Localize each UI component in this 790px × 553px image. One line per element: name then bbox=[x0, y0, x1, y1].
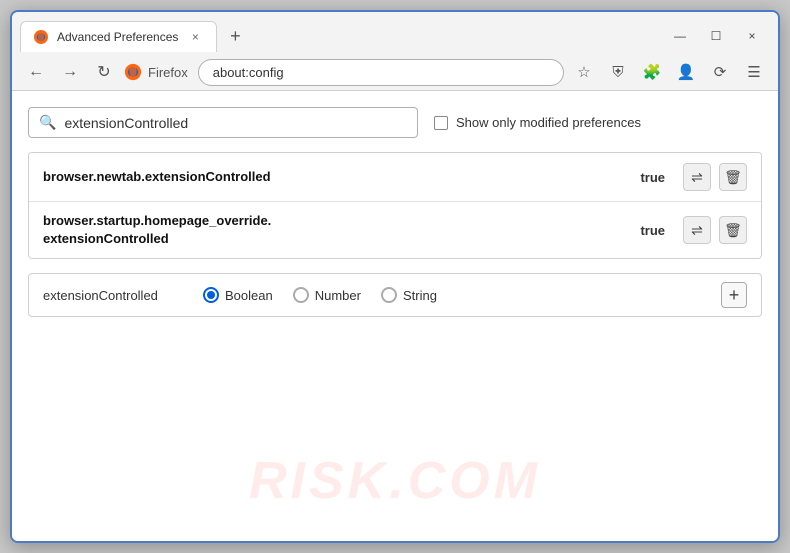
navigation-bar: ← → ↻ Firefox about:config ☆ ⛨ 🧩 👤 ⟳ ☰ bbox=[12, 54, 778, 91]
content-area: RISK.COM 🔍 extensionControlled Show only… bbox=[12, 91, 778, 541]
browser-window: Advanced Preferences × + — ☐ × ← → ↻ Fir… bbox=[10, 10, 780, 543]
swap-button[interactable]: ⇌ bbox=[683, 163, 711, 191]
new-tab-button[interactable]: + bbox=[221, 22, 249, 50]
string-label: String bbox=[403, 288, 437, 303]
active-tab[interactable]: Advanced Preferences × bbox=[20, 21, 217, 52]
boolean-radio-option[interactable]: Boolean bbox=[203, 287, 273, 303]
search-box[interactable]: 🔍 extensionControlled bbox=[28, 107, 418, 138]
address-text: about:config bbox=[213, 65, 284, 80]
address-bar[interactable]: about:config bbox=[198, 59, 564, 86]
boolean-radio-inner bbox=[207, 291, 215, 299]
number-label: Number bbox=[315, 288, 361, 303]
pref-name-line1: browser.startup.homepage_override. bbox=[43, 213, 271, 228]
extension-icon[interactable]: 🧩 bbox=[638, 58, 666, 86]
modified-only-label: Show only modified preferences bbox=[456, 115, 641, 130]
bookmark-icon[interactable]: ☆ bbox=[570, 58, 598, 86]
reload-button[interactable]: ↻ bbox=[90, 58, 118, 86]
modified-only-checkbox[interactable] bbox=[434, 116, 448, 130]
title-bar: Advanced Preferences × + — ☐ × bbox=[12, 12, 778, 54]
pref-value: true bbox=[640, 170, 665, 185]
synced-tabs-icon[interactable]: ⟳ bbox=[706, 58, 734, 86]
watermark: RISK.COM bbox=[249, 451, 541, 511]
swap-button[interactable]: ⇌ bbox=[683, 216, 711, 244]
firefox-logo-icon bbox=[124, 63, 142, 81]
shield-icon[interactable]: ⛨ bbox=[604, 58, 632, 86]
pref-value: true bbox=[640, 223, 665, 238]
search-input[interactable]: extensionControlled bbox=[64, 115, 407, 131]
table-row: browser.newtab.extensionControlled true … bbox=[29, 153, 761, 202]
string-radio-option[interactable]: String bbox=[381, 287, 437, 303]
boolean-label: Boolean bbox=[225, 288, 273, 303]
search-row: 🔍 extensionControlled Show only modified… bbox=[28, 107, 762, 138]
boolean-radio-circle[interactable] bbox=[203, 287, 219, 303]
string-radio-circle[interactable] bbox=[381, 287, 397, 303]
add-preference-row: extensionControlled Boolean Number bbox=[28, 273, 762, 317]
menu-icon[interactable]: ☰ bbox=[740, 58, 768, 86]
new-pref-name: extensionControlled bbox=[43, 288, 183, 303]
profile-icon[interactable]: 👤 bbox=[672, 58, 700, 86]
row-actions: ⇌ 🗑 bbox=[683, 216, 747, 244]
pref-name-line2: extensionControlled bbox=[43, 231, 169, 246]
delete-button[interactable]: 🗑 bbox=[719, 163, 747, 191]
row-actions: ⇌ 🗑 bbox=[683, 163, 747, 191]
nav-icon-group: ☆ ⛨ 🧩 👤 ⟳ ☰ bbox=[570, 58, 768, 86]
forward-button[interactable]: → bbox=[56, 58, 84, 86]
table-row: browser.startup.homepage_override. exten… bbox=[29, 202, 761, 258]
minimize-button[interactable]: — bbox=[666, 26, 694, 46]
modified-only-checkbox-row[interactable]: Show only modified preferences bbox=[434, 115, 641, 130]
pref-name: browser.newtab.extensionControlled bbox=[43, 168, 630, 186]
results-table: browser.newtab.extensionControlled true … bbox=[28, 152, 762, 259]
type-radio-group: Boolean Number String bbox=[203, 287, 701, 303]
window-controls: — ☐ × bbox=[666, 26, 770, 46]
tab-title: Advanced Preferences bbox=[57, 30, 178, 44]
close-button[interactable]: × bbox=[738, 26, 766, 46]
firefox-label: Firefox bbox=[148, 65, 188, 80]
number-radio-option[interactable]: Number bbox=[293, 287, 361, 303]
delete-button[interactable]: 🗑 bbox=[719, 216, 747, 244]
pref-name: browser.startup.homepage_override. exten… bbox=[43, 212, 630, 248]
add-pref-button[interactable]: + bbox=[721, 282, 747, 308]
maximize-button[interactable]: ☐ bbox=[702, 26, 730, 46]
number-radio-circle[interactable] bbox=[293, 287, 309, 303]
tab-favicon bbox=[33, 29, 49, 45]
tab-close-button[interactable]: × bbox=[186, 28, 204, 46]
back-button[interactable]: ← bbox=[22, 58, 50, 86]
search-icon: 🔍 bbox=[39, 114, 56, 131]
